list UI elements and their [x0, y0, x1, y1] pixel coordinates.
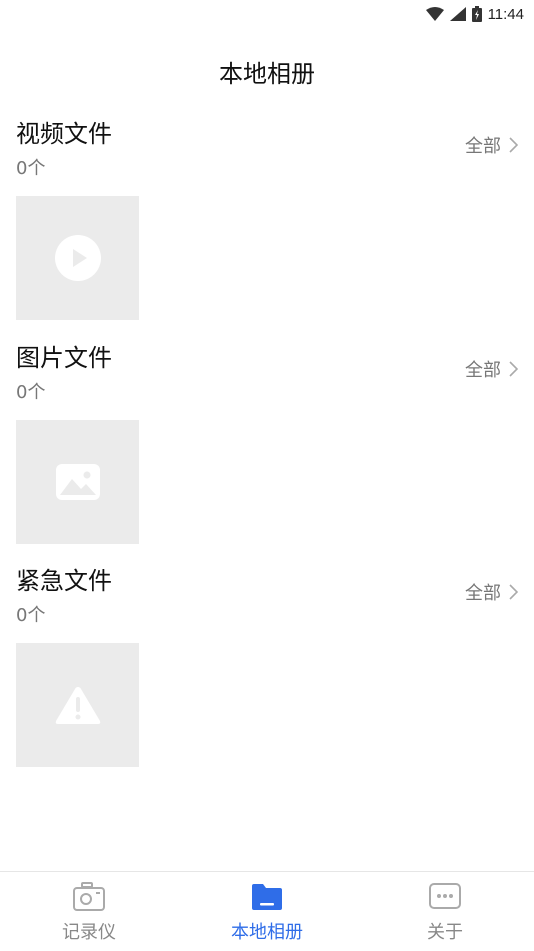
chevron-right-icon	[509, 137, 518, 153]
wifi-icon	[425, 7, 444, 21]
view-all-label: 全部	[465, 360, 501, 381]
section-title: 图片文件	[16, 344, 112, 372]
video-files-section: 视频文件 0个 全部	[0, 114, 534, 338]
section-count: 0个	[16, 605, 46, 626]
tab-label: 记录仪	[62, 922, 116, 943]
tab-label: 关于	[427, 922, 463, 943]
chat-icon	[429, 883, 461, 909]
view-all-label: 全部	[465, 583, 501, 604]
view-all-videos-button[interactable]: 全部	[465, 132, 518, 158]
tab-label: 本地相册	[231, 922, 303, 943]
image-thumbnail-placeholder[interactable]	[16, 420, 139, 544]
section-title: 紧急文件	[16, 567, 112, 595]
warning-icon	[55, 687, 100, 724]
view-all-images-button[interactable]: 全部	[465, 356, 518, 382]
battery-icon	[471, 6, 482, 22]
play-icon	[54, 235, 101, 281]
emergency-thumbnail-placeholder[interactable]	[16, 643, 139, 767]
image-icon	[55, 464, 100, 500]
section-count: 0个	[16, 382, 46, 403]
section-title: 视频文件	[16, 120, 112, 148]
chevron-right-icon	[509, 361, 518, 377]
folder-icon	[252, 884, 282, 910]
tab-about[interactable]: 关于	[356, 872, 534, 951]
view-all-label: 全部	[465, 136, 501, 157]
tab-recorder[interactable]: 记录仪	[0, 872, 178, 951]
image-files-section: 图片文件 0个 全部	[0, 338, 534, 562]
status-time: 11:44	[487, 5, 524, 23]
status-bar: 11:44	[0, 0, 534, 28]
camera-icon	[73, 882, 105, 911]
emergency-files-section: 紧急文件 0个 全部	[0, 561, 534, 785]
cellular-signal-icon	[449, 7, 466, 21]
section-count: 0个	[16, 158, 46, 179]
view-all-emergency-button[interactable]: 全部	[465, 579, 518, 605]
tab-local-album[interactable]: 本地相册	[178, 872, 356, 951]
page-title: 本地相册	[219, 60, 315, 88]
video-thumbnail-placeholder[interactable]	[16, 196, 139, 320]
bottom-tab-bar: 记录仪 本地相册 关于	[0, 871, 534, 951]
chevron-right-icon	[509, 584, 518, 600]
